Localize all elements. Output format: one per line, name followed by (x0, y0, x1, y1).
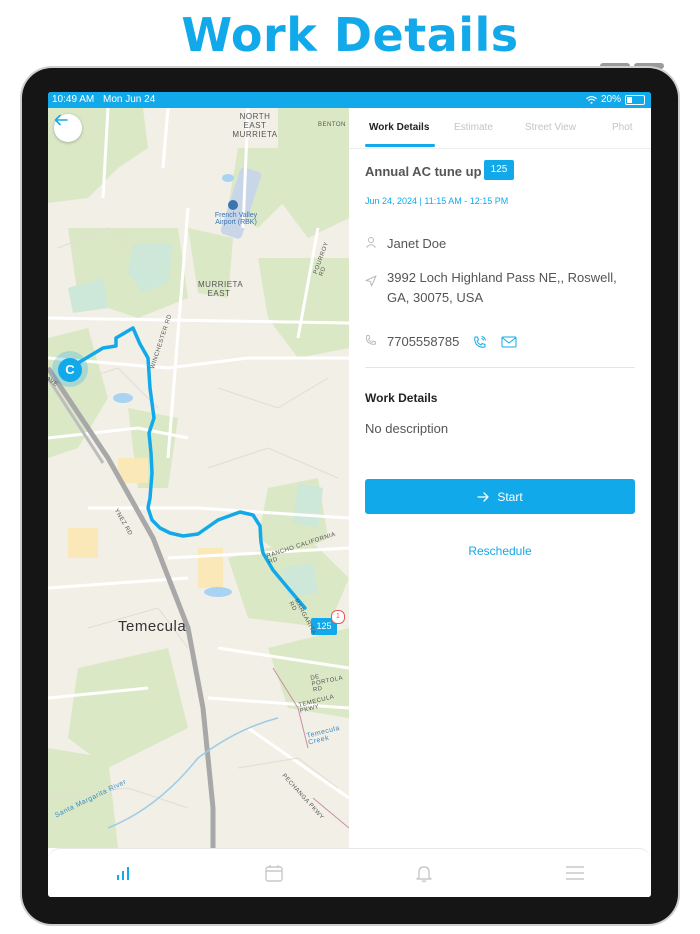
status-time: 10:49 AM (52, 94, 95, 105)
details-panel: Work Details Estimate Street View Phot A… (349, 108, 651, 848)
start-button[interactable]: Start (365, 479, 635, 514)
tab-street-view[interactable]: Street View (525, 122, 576, 133)
app-screen: 10:49 AM Mon Jun 24 20% C 125 1 NORTH EA… (48, 92, 651, 897)
customer-phone: 7705558785 (387, 334, 460, 349)
back-button[interactable] (54, 114, 82, 142)
job-title: Annual AC tune up (365, 164, 482, 179)
start-label: Start (497, 489, 523, 504)
divider (365, 367, 635, 368)
reschedule-link[interactable]: Reschedule (365, 544, 635, 558)
end-marker-count: 1 (331, 610, 345, 624)
chart-icon[interactable] (111, 861, 135, 885)
status-right: 20% (586, 92, 645, 108)
route-map[interactable]: C 125 1 NORTH EAST MURRIETA BENTON Frenc… (48, 108, 349, 848)
customer-address[interactable]: 3992 Loch Highland Pass NE,, Roswell, GA… (387, 268, 635, 308)
start-marker[interactable]: C (58, 358, 82, 382)
status-date: Mon Jun 24 (103, 94, 156, 105)
tab-bar: Work Details Estimate Street View Phot (349, 108, 651, 149)
bell-icon[interactable] (412, 861, 436, 885)
phone-row: 7705558785 (365, 334, 517, 349)
mail-icon[interactable] (501, 336, 517, 348)
status-bar: 10:49 AM Mon Jun 24 20% (48, 92, 651, 108)
map-label: Temecula (118, 618, 187, 635)
call-icon[interactable] (473, 335, 487, 349)
battery-icon (625, 95, 645, 105)
work-description: No description (365, 421, 449, 436)
customer-row: Janet Doe (365, 236, 446, 251)
menu-icon[interactable] (563, 861, 587, 885)
tab-work-details[interactable]: Work Details (369, 122, 429, 133)
customer-name: Janet Doe (387, 236, 447, 251)
page-headline: Work Details (181, 8, 519, 62)
tab-estimate[interactable]: Estimate (454, 122, 493, 133)
work-details-title: Work Details (365, 391, 438, 405)
address-row: 3992 Loch Highland Pass NE,, Roswell, GA… (365, 268, 635, 308)
location-arrow-icon (365, 268, 387, 293)
job-time: Jun 24, 2024 | 11:15 AM - 12:15 PM (365, 196, 509, 206)
arrow-right-icon (477, 491, 489, 502)
battery-percent: 20% (600, 94, 621, 105)
person-icon (365, 236, 387, 251)
arrow-left-icon (54, 114, 68, 126)
phone-icon (365, 334, 387, 349)
job-badge: 125 (484, 160, 514, 180)
wifi-icon (586, 96, 597, 104)
map-label: MURRIETA EAST (198, 280, 244, 298)
airplane-icon (228, 200, 238, 210)
tab-photos[interactable]: Phot (612, 122, 633, 133)
active-tab-indicator (365, 144, 435, 147)
map-label: NORTH EAST MURRIETA (232, 112, 278, 139)
bottom-nav (48, 848, 651, 897)
map-label: French Valley Airport (RBK) (214, 212, 258, 226)
map-label: BENTON (318, 122, 346, 128)
calendar-icon[interactable] (262, 861, 286, 885)
map-canvas[interactable] (48, 108, 349, 848)
